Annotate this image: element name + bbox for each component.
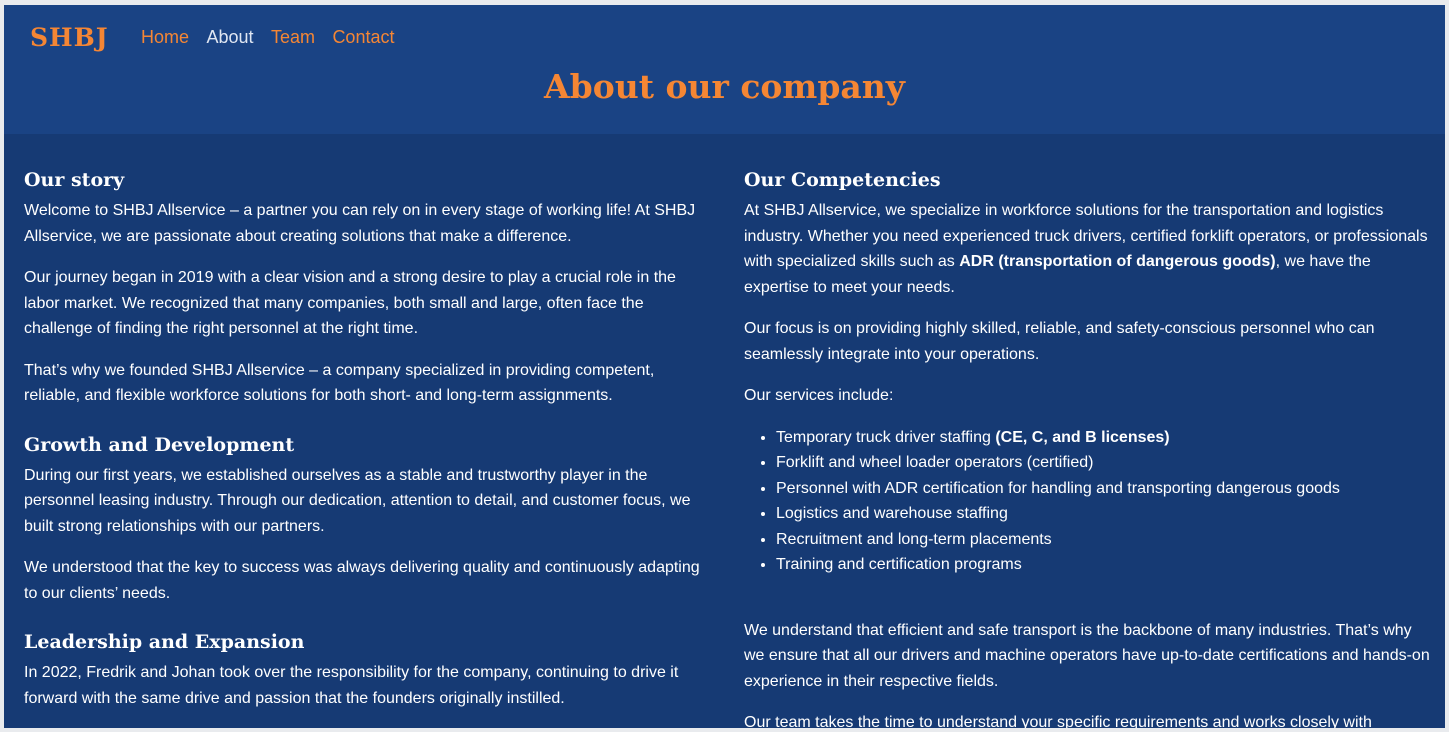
growth-paragraph-2: We understood that the key to success wa… — [24, 559, 700, 602]
growth-heading: Growth and Development — [24, 433, 295, 456]
competencies-paragraph-5: Our team takes the time to understand yo… — [744, 714, 1372, 728]
left-column: Our story Welcome to SHBJ Allservice – a… — [24, 168, 704, 727]
main-nav: Home About Team Contact — [141, 27, 407, 48]
services-intro: Our services include: — [744, 387, 894, 404]
competencies-paragraph-2: Our focus is on providing highly skilled… — [744, 320, 1375, 363]
growth-paragraph-1: During our first years, we established o… — [24, 466, 691, 535]
page-title: About our company — [544, 67, 905, 106]
competencies-paragraph-4: We understand that efficient and safe tr… — [744, 621, 1430, 690]
story-paragraph-1: Welcome to SHBJ Allservice – a partner y… — [24, 202, 696, 245]
page-frame: SHBJ Home About Team Contact About our c… — [4, 5, 1445, 728]
list-item: Forklift and wheel loader operators (cer… — [776, 450, 1434, 476]
services-list: Temporary truck driver staffing (CE, C, … — [744, 425, 1434, 578]
list-item: Training and certification programs — [776, 552, 1434, 578]
story-paragraph-3: That’s why we founded SHBJ Allservice – … — [24, 361, 655, 405]
nav-contact-link[interactable]: Contact — [332, 27, 394, 47]
competencies-heading: Our Competencies — [744, 169, 941, 191]
story-heading: Our story — [24, 169, 125, 191]
nav-home-link[interactable]: Home — [141, 27, 189, 47]
leadership-paragraph-1: In 2022, Fredrik and Johan took over the… — [24, 664, 679, 707]
nav-about-link[interactable]: About — [206, 27, 253, 47]
site-header: SHBJ Home About Team Contact About our c… — [4, 5, 1445, 134]
list-item: Temporary truck driver staffing (CE, C, … — [776, 425, 1434, 451]
list-item: Personnel with ADR certification for han… — [776, 476, 1434, 502]
list-item: Logistics and warehouse staffing — [776, 501, 1434, 527]
nav-team-link[interactable]: Team — [271, 27, 315, 47]
story-paragraph-2: Our journey began in 2019 with a clear v… — [24, 269, 676, 337]
competencies-paragraph-1: At SHBJ Allservice, we specialize in wor… — [744, 202, 1428, 296]
site-logo[interactable]: SHBJ — [30, 23, 109, 52]
leadership-heading: Leadership and Expansion — [24, 631, 305, 653]
list-item: Recruitment and long-term placements — [776, 527, 1434, 553]
right-column: Our Competencies At SHBJ Allservice, we … — [744, 168, 1434, 728]
